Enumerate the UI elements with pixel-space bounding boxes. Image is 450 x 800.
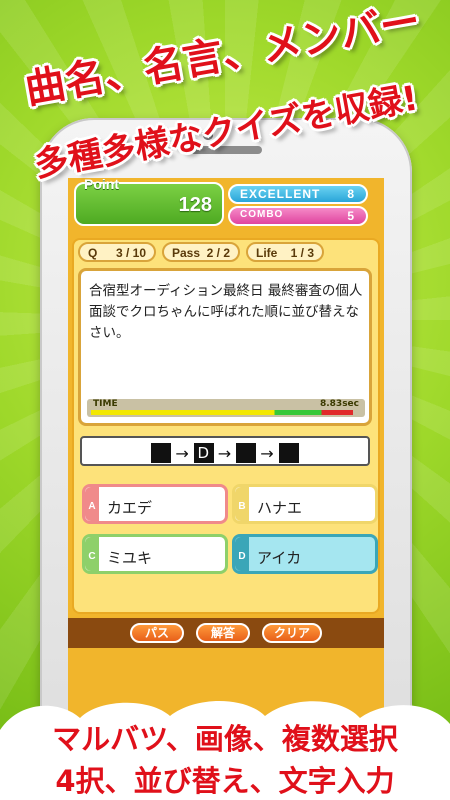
slot-empty-1[interactable]	[151, 443, 172, 463]
clear-button[interactable]: クリア	[262, 623, 322, 643]
slot-empty-3[interactable]	[236, 443, 257, 463]
arrow-icon: →	[217, 443, 233, 463]
arrow-icon: →	[175, 443, 190, 463]
answer-button[interactable]: 解答	[196, 623, 250, 643]
excellent-value: 8	[347, 187, 354, 201]
phone-frame: Point 128 EXCELLENT 8 COMBO 5 Q 3 / 10 P…	[40, 118, 412, 800]
combo-value: 5	[347, 209, 354, 223]
life-label: Life	[256, 246, 278, 260]
timer-value: 8.83sec	[319, 399, 359, 409]
life-value: 1 / 3	[290, 246, 314, 260]
question-progress-value: 3 / 10	[115, 246, 146, 260]
excellent-counter: EXCELLENT 8	[228, 184, 368, 204]
timer-fill	[91, 410, 353, 415]
pass-value: 2 / 2	[206, 246, 230, 260]
excellent-label: EXCELLENT	[240, 187, 321, 201]
slot-empty-4[interactable]	[278, 443, 299, 463]
score-label: Point	[84, 178, 119, 192]
footer-line-2: 4択、並び替え、文字入力	[55, 764, 395, 798]
pass-counter: Pass 2 / 2	[162, 242, 240, 262]
score-card: Point 128	[74, 178, 224, 226]
question-progress-label: Q	[88, 246, 98, 260]
slot-sequence: → D → →	[82, 442, 368, 463]
life-counter: Life 1 / 3	[246, 242, 324, 262]
choice-c-badge: C	[85, 537, 99, 571]
choice-a-label: カエデ	[107, 499, 153, 517]
choice-d-badge: D	[235, 537, 249, 571]
combo-counter: COMBO 5	[228, 206, 368, 226]
arrow-icon: →	[260, 443, 275, 463]
timer-bar: TIME 8.83sec	[87, 399, 365, 417]
question-box: 合宿型オーディション最終日 最終審査の個人面談でクロちゃんに呼ばれた順に並び替え…	[78, 268, 372, 426]
choice-d-label: アイカ	[257, 549, 302, 567]
choice-a[interactable]: A カエデ	[82, 484, 228, 524]
footer-line-1: マルバツ、画像、複数選択	[52, 722, 398, 756]
choice-a-badge: A	[85, 487, 99, 521]
combo-label: COMBO	[240, 209, 284, 220]
pass-label: Pass	[172, 246, 201, 260]
question-text: 合宿型オーディション最終日 最終審査の個人面談でクロちゃんに呼ばれた順に並び替え…	[89, 283, 363, 341]
timer-label: TIME	[93, 399, 118, 409]
choice-c[interactable]: C ミユキ	[82, 534, 228, 574]
choice-d[interactable]: D アイカ	[232, 534, 378, 574]
slot-filled[interactable]: D	[193, 443, 214, 463]
question-progress: Q 3 / 10	[78, 242, 156, 262]
choice-c-label: ミユキ	[107, 549, 153, 567]
choice-b-badge: B	[235, 487, 249, 521]
choice-b-label: ハナエ	[257, 499, 303, 517]
score-value: 128	[178, 194, 212, 216]
choice-b[interactable]: B ハナエ	[232, 484, 378, 524]
action-bar: パス 解答 クリア	[68, 618, 384, 648]
pass-button[interactable]: パス	[130, 623, 184, 643]
answer-order-slots: → D → →	[80, 436, 370, 466]
